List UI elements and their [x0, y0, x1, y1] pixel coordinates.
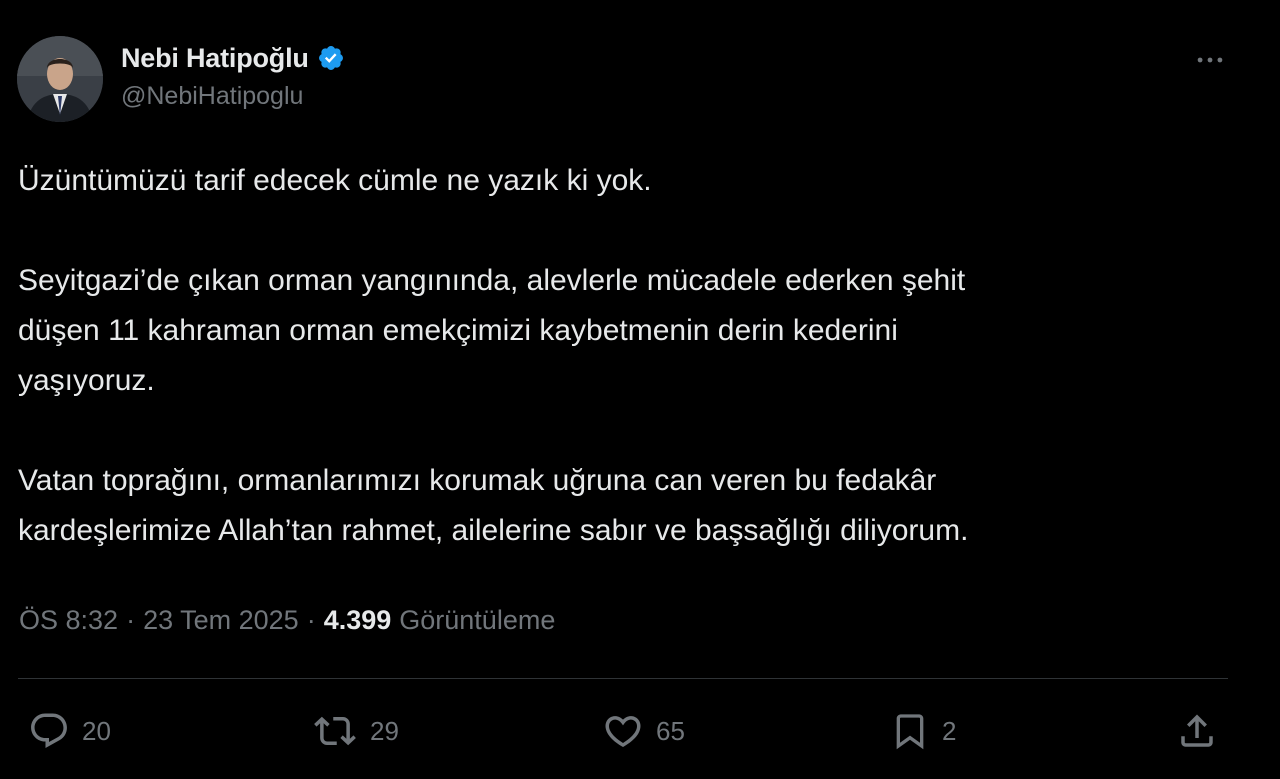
repost-button[interactable]: 29 — [312, 700, 399, 762]
like-count: 65 — [656, 715, 685, 746]
bookmark-icon — [896, 714, 924, 750]
avatar[interactable] — [17, 36, 103, 122]
avatar-image — [17, 36, 103, 122]
tweet-meta: ÖS 8:32 · 23 Tem 2025 · 4.399 Görüntülem… — [19, 598, 555, 642]
meta-separator: · — [126, 604, 136, 635]
heart-icon — [605, 716, 641, 748]
tweet-date[interactable]: 23 Tem 2025 — [143, 605, 299, 636]
author-info: Nebi Hatipoğlu @NebiHatipoglu — [121, 38, 345, 111]
bookmark-count: 2 — [942, 715, 957, 746]
author-name[interactable]: Nebi Hatipoğlu — [121, 43, 309, 74]
author-handle[interactable]: @NebiHatipoglu — [121, 82, 345, 111]
tweet-paragraph: Üzüntümüzü tarif edecek cümle ne yazık k… — [18, 164, 652, 197]
more-horizontal-icon — [1197, 57, 1223, 63]
tweet-time[interactable]: ÖS 8:32 — [19, 605, 118, 636]
reply-count: 20 — [82, 715, 111, 746]
views-count[interactable]: 4.399 — [324, 605, 392, 636]
tweet-text: Üzüntümüzü tarif edecek cümle ne yazık k… — [18, 156, 1238, 556]
views-label[interactable]: Görüntüleme — [399, 605, 555, 636]
repost-icon — [314, 716, 356, 746]
reply-icon — [31, 713, 67, 748]
tweet-paragraph: Vatan toprağını, ormanlarımızı korumak u… — [18, 464, 969, 547]
tweet-paragraph: Seyitgazi’de çıkan orman yangınında, ale… — [18, 264, 966, 397]
like-button[interactable]: 65 — [602, 700, 685, 762]
share-button[interactable] — [1176, 700, 1218, 762]
tweet-card: Nebi Hatipoğlu @NebiHatipoglu Üzüntümüzü… — [0, 0, 1280, 779]
bookmark-button[interactable]: 2 — [890, 700, 956, 762]
divider — [18, 678, 1228, 679]
verified-badge-icon[interactable] — [317, 44, 345, 72]
repost-count: 29 — [370, 715, 399, 746]
share-icon — [1181, 714, 1213, 747]
more-options-button[interactable] — [1186, 44, 1234, 76]
action-bar: 20 29 65 2 — [0, 700, 1280, 762]
meta-separator: · — [306, 604, 316, 635]
reply-button[interactable]: 20 — [28, 700, 111, 762]
